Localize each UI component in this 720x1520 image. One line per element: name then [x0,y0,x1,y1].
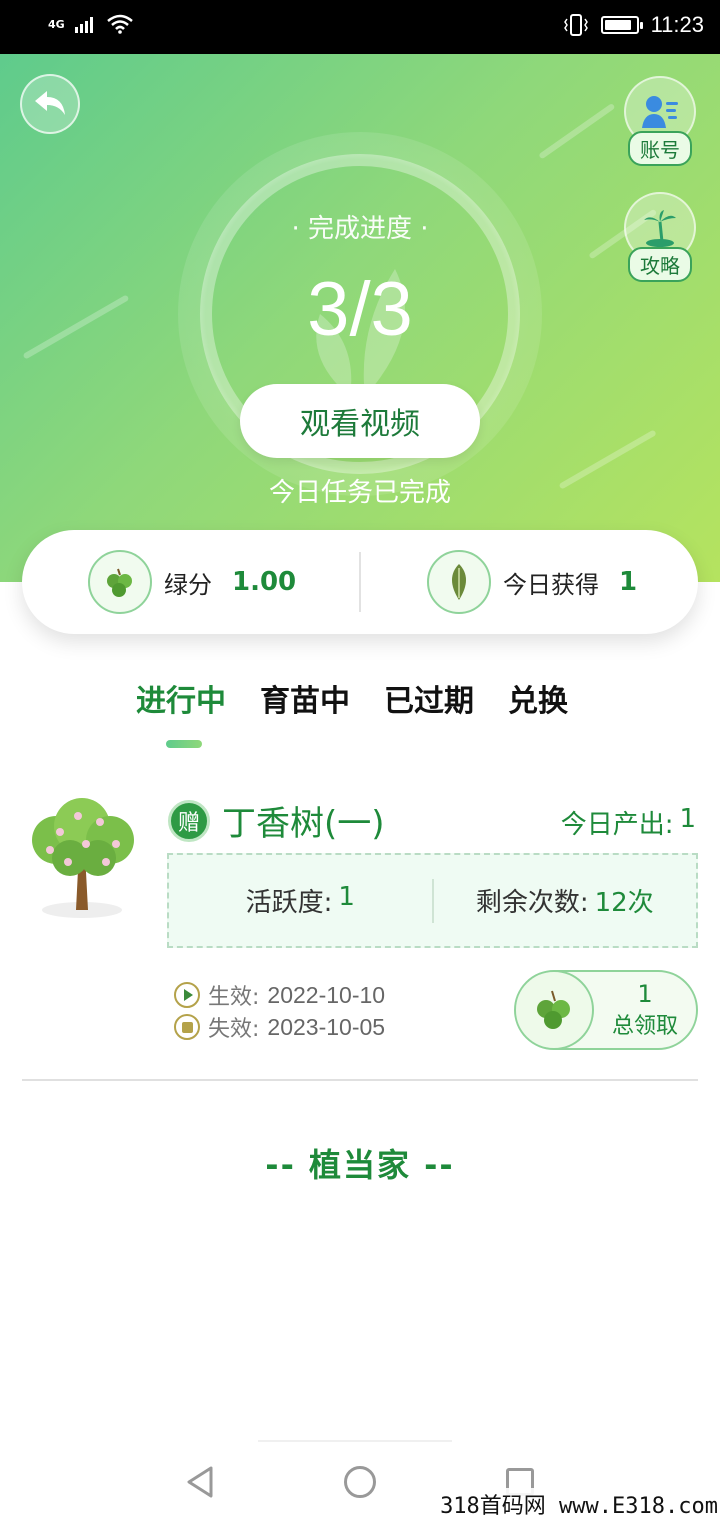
status-bar: 4G 11:23 [0,0,720,54]
gift-badge: 赠 [168,800,210,842]
expire-date: 2023-10-05 [267,1013,386,1040]
tab-expired[interactable]: 已过期 [384,676,474,720]
remaining-label: 剩余次数: [475,888,589,918]
claim-count: 1 [637,980,653,1008]
status-left: 4G [48,14,133,34]
nav-back-button[interactable] [180,1462,220,1502]
account-icon [642,95,678,128]
activity-value: 1 [338,882,355,912]
back-button[interactable] [20,74,80,134]
battery-icon [600,16,643,34]
today-output-label: 今日产出: [560,810,674,840]
effective-date-row: 生效: 2022-10-10 [174,979,385,1011]
fruit-icon-svg [107,568,132,597]
claim-label: 总领取 [611,1014,678,1039]
stop-icon [174,1014,200,1040]
lilac-tree-icon [32,798,134,918]
expire-date-row: 失效: 2023-10-05 [174,1011,385,1043]
network-label: 4G [48,17,65,31]
nav-home-button[interactable] [340,1462,380,1502]
green-points-stat: 绿分 1.00 [22,550,359,614]
today-earned-label: 今日获得 [503,570,599,599]
total-claim-button[interactable]: 1 总领取 [514,970,698,1050]
remaining-cell: 剩余次数: 12次 [434,882,697,919]
remaining-value: 12次 [594,888,654,918]
back-arrow-icon [35,91,65,115]
brand-footer: -- 植当家 -- [265,1146,455,1184]
watermark: 318首码网 www.E318.com [440,1488,718,1520]
tree-info-box: 活跃度: 1 剩余次数: 12次 [167,853,698,948]
circle-home-icon [344,1466,376,1498]
green-fruit-icon [88,550,152,614]
today-output: 今日产出: 1 [561,804,696,841]
watch-video-button[interactable]: 观看视频 [240,384,480,458]
activity-cell: 活跃度: 1 [169,882,432,919]
green-points-value: 1.00 [232,567,297,597]
triangle-back-icon [187,1466,213,1498]
leaf-icon-svg [452,564,466,600]
tab-in-progress[interactable]: 进行中 [136,676,226,720]
progress-value: 3/3 [307,267,413,352]
claim-fruit-icon [516,972,594,1048]
account-label: 账号 [628,131,692,166]
vibrate-icon [563,14,588,36]
decor-streak [538,102,616,160]
active-tab-indicator [166,740,202,748]
account-button[interactable]: 账号 [622,76,698,166]
effective-date: 2022-10-10 [267,981,386,1008]
clock: 11:23 [650,12,704,37]
stats-card: 绿分 1.00 今日获得 1 [22,530,698,634]
today-earned-stat: 今日获得 1 [361,550,698,614]
claim-text: 1 总领取 [594,980,696,1040]
effective-label: 生效: [208,985,260,1010]
leaf-icon [427,550,491,614]
green-points-label: 绿分 [164,570,212,599]
play-icon [174,982,200,1008]
divider-line [22,1079,698,1081]
tab-seedling[interactable]: 育苗中 [260,676,350,720]
tab-exchange[interactable]: 兑换 [508,676,568,720]
tree-name: 丁香树(一) [222,804,385,844]
activity-label: 活跃度: [245,888,333,918]
claim-fruit-svg [537,990,570,1029]
task-status-text: 今日任务已完成 [268,478,451,508]
status-right: 11:23 [563,12,704,38]
progress-title: · 完成进度 · [291,214,429,244]
today-earned-value: 1 [619,567,638,597]
progress-hero: 账号 攻略 · 完成进度 · 3/3 观看视频 今日任务已完成 [0,54,720,582]
wifi-icon [106,14,133,34]
battery-level [604,20,632,30]
tab-bar: 进行中 育苗中 已过期 兑换 [136,676,568,720]
nav-handle [258,1440,452,1442]
signal-icon [74,17,93,33]
today-output-value: 1 [679,804,696,834]
expire-label: 失效: [208,1017,260,1042]
